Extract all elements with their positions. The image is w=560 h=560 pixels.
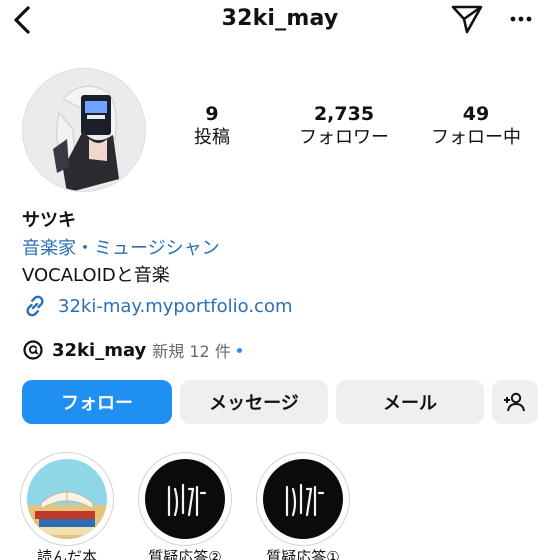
link-icon — [26, 295, 44, 317]
highlight-qa-2-cover — [145, 459, 225, 539]
highlight-label: 質疑応答② — [148, 548, 222, 560]
threads-handle: 32ki_may — [52, 339, 147, 361]
new-indicator-dot — [236, 347, 242, 353]
highlight-qa-1-cover — [263, 459, 343, 539]
followers-stat[interactable]: 2,735 フォロワー — [274, 102, 414, 150]
highlight-read-books[interactable] — [20, 452, 114, 546]
posts-count: 9 — [205, 103, 219, 125]
following-label: フォロー中 — [431, 127, 521, 148]
message-button[interactable]: メッセージ — [180, 380, 328, 424]
add-person-icon — [504, 392, 525, 412]
following-count: 49 — [462, 103, 490, 125]
follow-button[interactable]: フォロー — [22, 380, 172, 424]
highlight-label: 読んだ本 — [36, 548, 97, 560]
profile-bio: VOCALOIDと音楽 — [22, 265, 170, 286]
display-name: サツキ — [22, 210, 76, 231]
posts-stat[interactable]: 9 投稿 — [142, 102, 282, 150]
threads-new-count: 新規 12 件 — [152, 342, 231, 361]
avatar-illustration — [23, 69, 145, 191]
followers-count: 2,735 — [313, 103, 375, 125]
suggested-users-button[interactable] — [492, 380, 538, 424]
highlight-qa-1[interactable] — [256, 452, 350, 546]
threads-icon — [23, 340, 43, 360]
top-bar: 32ki_may — [0, 0, 560, 40]
profile-avatar[interactable] — [22, 68, 146, 192]
threads-badge[interactable]: 32ki_may 新規 12 件 — [22, 337, 242, 363]
highlight-qa-2[interactable] — [138, 452, 232, 546]
following-stat[interactable]: 49 フォロー中 — [406, 102, 546, 150]
email-button[interactable]: メール — [336, 380, 484, 424]
followers-label: フォロワー — [299, 127, 389, 148]
profile-link[interactable]: 32ki-may.myportfolio.com — [22, 292, 293, 320]
profile-category[interactable]: 音楽家・ミュージシャン — [22, 234, 220, 260]
direct-message-icon[interactable] — [450, 4, 484, 34]
highlight-books-cover — [27, 459, 107, 539]
posts-label: 投稿 — [194, 127, 230, 148]
more-options-icon[interactable] — [506, 6, 536, 32]
profile-link-text[interactable]: 32ki-may.myportfolio.com — [58, 296, 293, 317]
highlight-label: 質疑応答① — [266, 548, 340, 560]
